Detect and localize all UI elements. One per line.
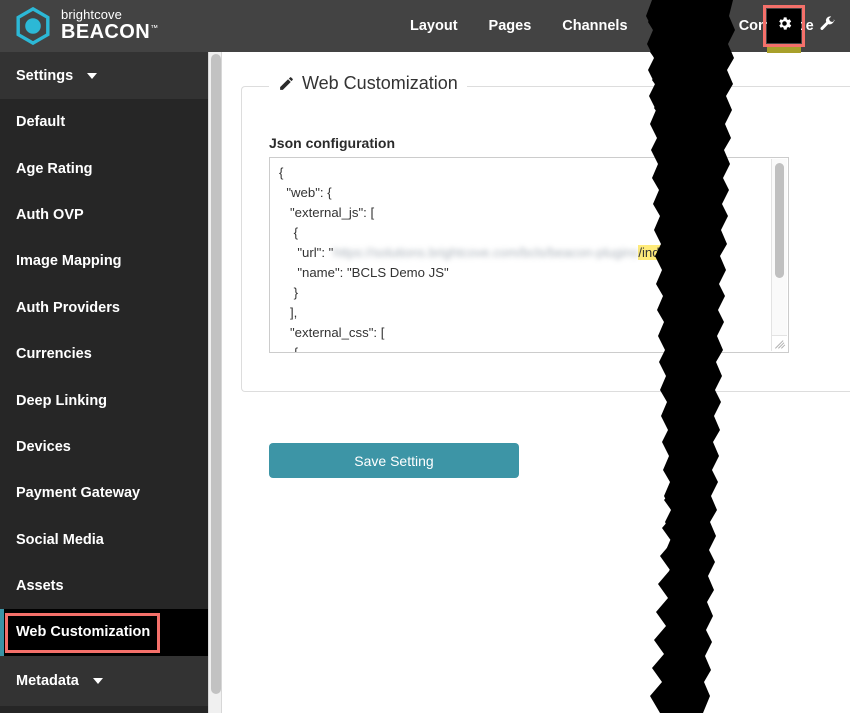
panel-title: Web Customization bbox=[269, 73, 467, 94]
brand-bottom-text: BEACON™ bbox=[61, 21, 159, 43]
top-navigation: Layout Pages Channels Movies Commerce bbox=[410, 0, 814, 52]
main-content: Web Customization Json configuration { "… bbox=[224, 52, 850, 713]
pencil-icon bbox=[278, 75, 295, 92]
sidebar-item-label: Auth OVP bbox=[16, 206, 84, 223]
sidebar-item-payment-gateway[interactable]: Payment Gateway bbox=[0, 470, 208, 516]
highlighted-url-fragment: /index.js bbox=[638, 245, 687, 260]
sidebar-item-age-rating[interactable]: Age Rating bbox=[0, 145, 208, 191]
sidebar-item-assets[interactable]: Assets bbox=[0, 563, 208, 609]
sidebar-item-label: Auth Providers bbox=[16, 299, 120, 316]
sidebar-item-auth-providers[interactable]: Auth Providers bbox=[0, 285, 208, 331]
wrench-icon bbox=[818, 15, 836, 38]
sidebar-item-image-mapping[interactable]: Image Mapping bbox=[0, 238, 208, 284]
json-configuration-label: Json configuration bbox=[269, 135, 395, 151]
sidebar-item-label: Assets bbox=[16, 578, 64, 595]
save-setting-button[interactable]: Save Setting bbox=[269, 443, 519, 478]
sidebar-item-label: Image Mapping bbox=[16, 253, 122, 270]
settings-gear-button[interactable] bbox=[767, 9, 801, 43]
sidebar-section-metadata[interactable]: Metadata bbox=[0, 655, 208, 706]
sidebar-item-label: Deep Linking bbox=[16, 392, 108, 409]
sidebar-item-label: Devices bbox=[16, 438, 71, 455]
sidebar-item-label: Social Media bbox=[16, 531, 104, 548]
chevron-down-icon bbox=[92, 677, 103, 684]
sidebar-item-label: Currencies bbox=[16, 346, 92, 363]
web-customization-panel: Web Customization Json configuration { "… bbox=[241, 73, 850, 478]
sidebar-item-deep-linking[interactable]: Deep Linking bbox=[0, 377, 208, 423]
sidebar-item-devices[interactable]: Devices bbox=[0, 424, 208, 470]
page-scrollbar[interactable] bbox=[208, 52, 222, 713]
page-scrollbar-thumb[interactable] bbox=[211, 54, 221, 694]
sidebar-section-label: Metadata bbox=[16, 672, 79, 689]
textarea-scrollbar-thumb[interactable] bbox=[775, 163, 784, 278]
sidebar-item-label: Payment Gateway bbox=[16, 485, 141, 502]
sidebar-item-label: Age Rating bbox=[16, 160, 93, 177]
brand-top-text: brightcove bbox=[61, 7, 122, 22]
chevron-down-icon bbox=[87, 72, 98, 79]
brand-logo[interactable]: brightcove BEACON™ bbox=[14, 6, 159, 46]
sidebar-item-label: Default bbox=[16, 114, 66, 131]
sidebar-section-label: Settings bbox=[16, 67, 74, 84]
sidebar-item-label: Web Customization bbox=[16, 624, 151, 641]
textarea-scrollbar[interactable] bbox=[771, 159, 787, 337]
gear-icon bbox=[776, 15, 793, 37]
sidebar: Settings Default Age Rating Auth OVP Ima… bbox=[0, 52, 208, 713]
sidebar-item-social-media[interactable]: Social Media bbox=[0, 517, 208, 563]
app-root: brightcove BEACON™ Layout Pages Channels… bbox=[0, 0, 850, 713]
top-header-bar: brightcove BEACON™ Layout Pages Channels… bbox=[0, 0, 850, 52]
sidebar-section-settings[interactable]: Settings bbox=[0, 52, 208, 99]
json-configuration-textarea[interactable]: { "web": { "external_js": [ { "url": "ht… bbox=[269, 157, 789, 353]
nav-item-layout[interactable]: Layout bbox=[410, 18, 458, 34]
sidebar-item-default[interactable]: Default bbox=[0, 99, 208, 145]
redacted-url: https://solutions.brightcove.com/bcls/be… bbox=[333, 245, 639, 260]
panel-title-text: Web Customization bbox=[302, 73, 458, 93]
textarea-resize-handle[interactable] bbox=[771, 335, 787, 351]
nav-item-channels[interactable]: Channels bbox=[562, 18, 627, 34]
nav-item-movies[interactable]: Movies bbox=[659, 18, 708, 34]
sidebar-item-web-customization[interactable]: Web Customization bbox=[0, 609, 208, 657]
beacon-hexagon-logo-icon bbox=[14, 6, 52, 46]
tools-wrench-button[interactable] bbox=[810, 9, 844, 43]
json-configuration-value: { "web": { "external_js": [ { "url": "ht… bbox=[279, 165, 696, 353]
sidebar-item-auth-ovp[interactable]: Auth OVP bbox=[0, 192, 208, 238]
sidebar-item-currencies[interactable]: Currencies bbox=[0, 331, 208, 377]
gear-active-underline bbox=[767, 47, 801, 53]
brand-trademark: ™ bbox=[150, 23, 159, 33]
nav-item-pages[interactable]: Pages bbox=[489, 18, 532, 34]
